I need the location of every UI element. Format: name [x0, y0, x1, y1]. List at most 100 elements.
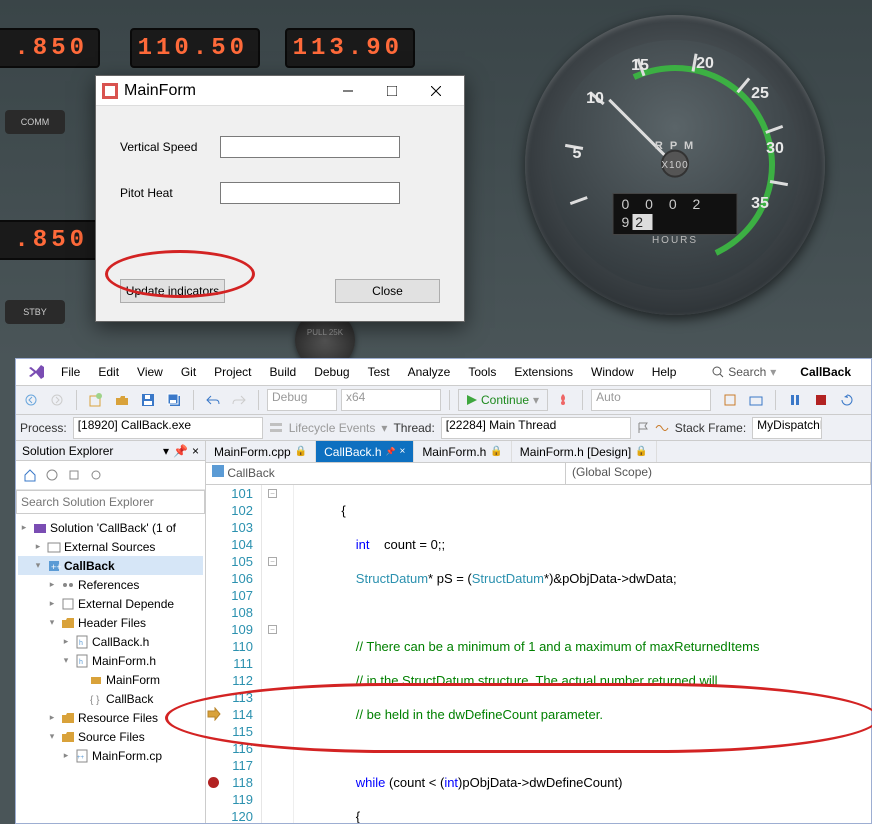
vertical-speed-input[interactable] [220, 136, 400, 158]
menu-edit[interactable]: Edit [89, 361, 128, 383]
nav-back-button[interactable] [20, 389, 42, 411]
save-all-button[interactable] [163, 389, 185, 411]
pitot-heat-label: Pitot Heat [120, 186, 220, 200]
tab-callback-h[interactable]: CallBack.h📌× [316, 441, 414, 462]
navbar-scope-combo[interactable]: CallBack [206, 463, 566, 484]
tree-mainform-class[interactable]: MainForm [18, 670, 203, 689]
sol-toggle-icon[interactable] [42, 465, 62, 485]
sol-sync-icon[interactable] [86, 465, 106, 485]
close-window-button[interactable] [414, 77, 458, 105]
dropdown-icon[interactable]: ▾ [163, 444, 169, 458]
sol-tool-icon[interactable] [64, 465, 84, 485]
pin-icon[interactable]: 📌 [173, 444, 188, 458]
update-indicators-button[interactable]: Update indicators [120, 279, 225, 303]
tree-callback-class[interactable]: { }CallBack [18, 689, 203, 708]
minimize-button[interactable] [326, 77, 370, 105]
process-label: Process: [20, 421, 67, 435]
lifecycle-button[interactable] [269, 421, 283, 435]
menu-window[interactable]: Window [582, 361, 643, 383]
tree-external-deps[interactable]: ▸External Depende [18, 594, 203, 613]
continue-button[interactable]: Continue▾ [458, 389, 548, 411]
tree-mainform-h[interactable]: ▾hMainForm.h [18, 651, 203, 670]
editor-panel: MainForm.cpp🔒 CallBack.h📌× MainForm.h🔒 M… [206, 441, 871, 823]
flag-icon[interactable] [637, 422, 649, 434]
rpm-label: R P M [550, 140, 800, 152]
close-panel-icon[interactable]: × [192, 444, 199, 458]
open-button[interactable] [111, 389, 133, 411]
menu-help[interactable]: Help [643, 361, 686, 383]
close-button[interactable]: Close [335, 279, 440, 303]
new-item-button[interactable] [85, 389, 107, 411]
tree-external-sources[interactable]: ▸External Sources [18, 537, 203, 556]
code-editor[interactable]: 101 102 103 104 105 106 107 108 109 110 … [206, 485, 871, 823]
menu-analyze[interactable]: Analyze [399, 361, 460, 383]
tree-resource-files[interactable]: ▸Resource Files [18, 708, 203, 727]
code-text[interactable]: { int count = 0;; StructDatum* pS = (Str… [294, 485, 871, 823]
menu-tools[interactable]: Tools [459, 361, 505, 383]
config-combo[interactable]: Debug [267, 389, 337, 411]
tb-icon-2[interactable] [745, 389, 767, 411]
tree-source-files[interactable]: ▾Source Files [18, 727, 203, 746]
rpm-odometer: 0 0 0 2 92 [613, 193, 738, 235]
comm-button[interactable]: COMM [5, 110, 65, 134]
sol-home-icon[interactable] [20, 465, 40, 485]
tree-mainform-cpp[interactable]: ▸++MainForm.cp [18, 746, 203, 765]
menu-test[interactable]: Test [359, 361, 399, 383]
tb-icon-1[interactable] [719, 389, 741, 411]
process-combo[interactable]: [18920] CallBack.exe [73, 417, 263, 439]
tree-project-callback[interactable]: ▾++CallBack [18, 556, 203, 575]
menu-file[interactable]: File [52, 361, 89, 383]
pinned-icon: 📌 [386, 447, 396, 456]
thread-combo[interactable]: [22284] Main Thread [441, 417, 631, 439]
stackframe-label: Stack Frame: [675, 421, 746, 435]
nav-lcd-3: 113.90 [285, 28, 415, 68]
stackframe-combo[interactable]: MyDispatchP [752, 417, 822, 439]
platform-combo[interactable]: x64 [341, 389, 441, 411]
fold-margin: − − − [262, 485, 294, 823]
lifecycle-label: Lifecycle Events [289, 421, 376, 435]
pitot-heat-input[interactable] [220, 182, 400, 204]
undo-button[interactable] [202, 389, 224, 411]
menu-extensions[interactable]: Extensions [505, 361, 582, 383]
mainform-title: MainForm [124, 82, 196, 100]
navbar-member-combo[interactable]: (Global Scope) [566, 463, 871, 484]
vs-logo-icon [26, 362, 46, 382]
redo-button[interactable] [228, 389, 250, 411]
hot-reload-button[interactable] [552, 389, 574, 411]
tab-mainform-cpp[interactable]: MainForm.cpp🔒 [206, 441, 316, 462]
vs-search[interactable]: Search▾ [712, 365, 776, 379]
vertical-speed-label: Vertical Speed [120, 140, 220, 154]
breakpoint-icon[interactable] [208, 777, 219, 788]
tree-references[interactable]: ▸References [18, 575, 203, 594]
lock-icon: 🔒 [295, 446, 307, 457]
menu-debug[interactable]: Debug [305, 361, 358, 383]
tree-callback-h[interactable]: ▸hCallBack.h [18, 632, 203, 651]
menu-git[interactable]: Git [172, 361, 205, 383]
rpm-gauge: 5 10 15 20 25 30 35 R P M X100 0 0 0 2 9… [525, 15, 825, 315]
solution-explorer-search[interactable] [16, 490, 205, 514]
auto-combo[interactable]: Auto [591, 389, 711, 411]
search-icon [712, 366, 724, 378]
mainform-window: MainForm Vertical Speed Pitot Heat Updat… [95, 75, 465, 322]
restart-button[interactable] [836, 389, 858, 411]
close-tab-icon[interactable]: × [399, 446, 405, 457]
tab-mainform-design[interactable]: MainForm.h [Design]🔒 [512, 441, 657, 462]
tree-header-files[interactable]: ▾Header Files [18, 613, 203, 632]
threads-icon[interactable] [655, 422, 669, 434]
menu-project[interactable]: Project [205, 361, 260, 383]
lock-icon: 🔒 [490, 446, 502, 457]
hours-label: HOURS [652, 235, 698, 246]
menu-view[interactable]: View [128, 361, 172, 383]
menu-build[interactable]: Build [261, 361, 306, 383]
stop-button[interactable] [810, 389, 832, 411]
nav-lcd-2: 110.50 [130, 28, 260, 68]
maximize-button[interactable] [370, 77, 414, 105]
mainform-titlebar[interactable]: MainForm [96, 76, 464, 106]
tab-mainform-h[interactable]: MainForm.h🔒 [414, 441, 511, 462]
save-button[interactable] [137, 389, 159, 411]
stby-button[interactable]: STBY [5, 300, 65, 324]
nav-forward-button[interactable] [46, 389, 68, 411]
rpm-sublabel: X100 [550, 160, 800, 171]
tree-solution[interactable]: ▸Solution 'CallBack' (1 of [18, 518, 203, 537]
pause-button[interactable] [784, 389, 806, 411]
